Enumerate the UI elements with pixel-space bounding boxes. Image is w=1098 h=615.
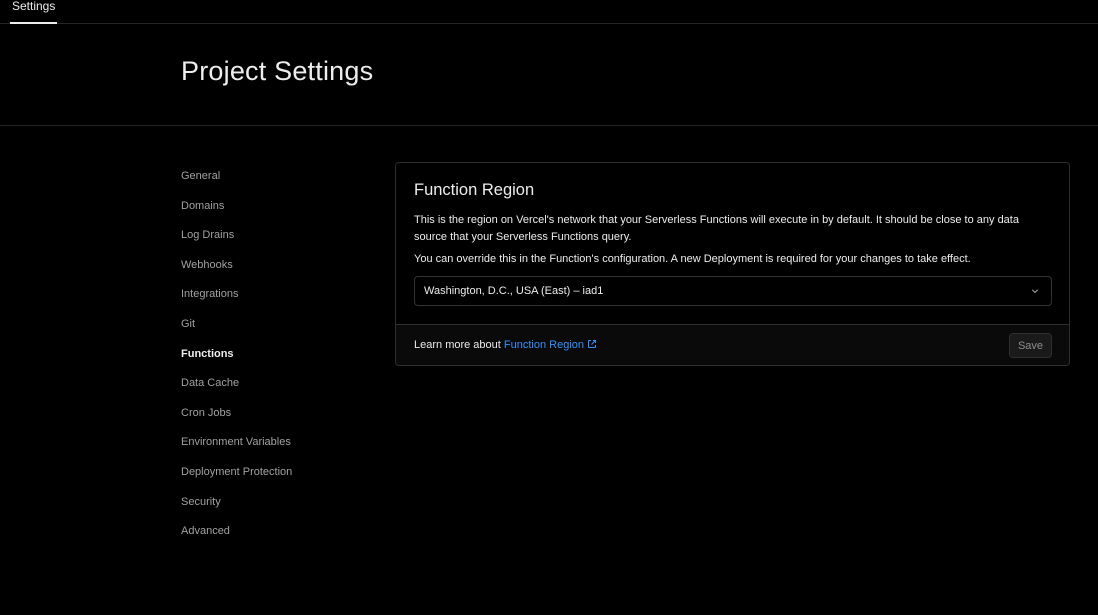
region-select-value: Washington, D.C., USA (East) – iad1: [424, 285, 604, 297]
sidebar-item-security[interactable]: Security: [181, 488, 371, 518]
save-button[interactable]: Save: [1009, 333, 1052, 358]
sidebar-item-webhooks[interactable]: Webhooks: [181, 251, 371, 281]
function-region-link-label: Function Region: [503, 339, 585, 351]
learn-more-label: Learn more about: [414, 339, 501, 351]
learn-more-text: Learn more about Function Region: [414, 337, 597, 353]
sidebar-item-log-drains[interactable]: Log Drains: [181, 221, 371, 251]
chevron-down-icon: [1032, 289, 1038, 293]
sidebar-item-functions[interactable]: Functions: [181, 340, 371, 370]
sidebar-item-cron-jobs[interactable]: Cron Jobs: [181, 399, 371, 429]
page-title: Project Settings: [181, 56, 374, 86]
tab-settings[interactable]: Settings: [10, 0, 58, 24]
sidebar-item-data-cache[interactable]: Data Cache: [181, 369, 371, 399]
card-description: This is the region on Vercel's network t…: [414, 214, 1019, 243]
card-title: Function Region: [414, 181, 535, 199]
sidebar-item-general[interactable]: General: [181, 162, 371, 192]
card-body: Function Region This is the region on Ve…: [396, 163, 1069, 324]
card-footer: Learn more about Function Region Save: [396, 324, 1069, 365]
sidebar-item-integrations[interactable]: Integrations: [181, 280, 371, 310]
sidebar-item-git[interactable]: Git: [181, 310, 371, 340]
top-navigation: Settings: [0, 0, 1098, 24]
sidebar-item-environment-variables[interactable]: Environment Variables: [181, 428, 371, 458]
sidebar-item-domains[interactable]: Domains: [181, 192, 371, 222]
card-note: You can override this in the Function's …: [414, 253, 971, 265]
sidebar-item-advanced[interactable]: Advanced: [181, 517, 371, 547]
external-link-icon: [588, 340, 597, 348]
header-divider: [0, 125, 1098, 126]
region-select[interactable]: Washington, D.C., USA (East) – iad1: [414, 276, 1052, 306]
function-region-card: Function Region This is the region on Ve…: [395, 162, 1070, 366]
settings-sidebar: General Domains Log Drains Webhooks Inte…: [181, 162, 371, 547]
sidebar-item-deployment-protection[interactable]: Deployment Protection: [181, 458, 371, 488]
function-region-link[interactable]: Function Region: [504, 339, 597, 351]
